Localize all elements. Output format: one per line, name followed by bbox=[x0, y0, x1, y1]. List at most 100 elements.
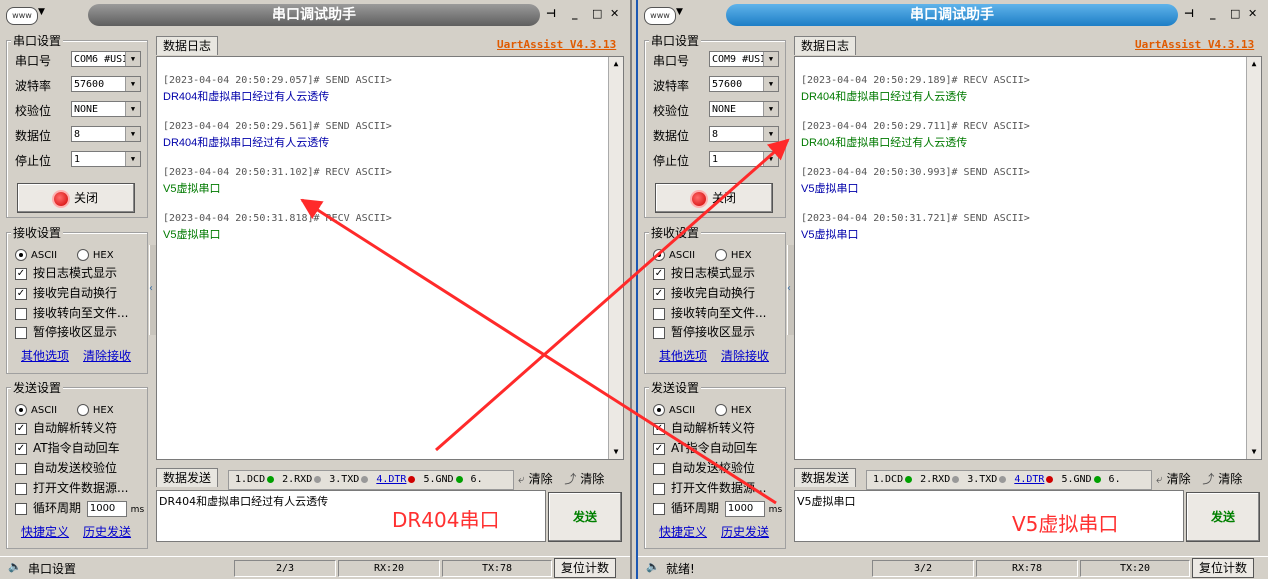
clear-right-button[interactable]: 清除 bbox=[1218, 472, 1242, 486]
send-checksum-checkbox[interactable]: 自动发送校验位 bbox=[653, 459, 755, 477]
send-escape-checkbox[interactable]: ✓ 自动解析转义符 bbox=[653, 419, 755, 437]
close-icon[interactable]: ✕ bbox=[1248, 7, 1257, 20]
checkbox-icon[interactable] bbox=[15, 482, 27, 495]
reset-count-button[interactable]: 复位计数 bbox=[554, 558, 617, 578]
chevron-left-icon[interactable]: ‹ bbox=[787, 283, 791, 294]
tab-data-send[interactable]: 数据发送 bbox=[156, 468, 219, 487]
close-icon[interactable]: ✕ bbox=[610, 7, 619, 20]
brand-link[interactable]: UartAssist V4.3.13 bbox=[1135, 38, 1254, 51]
checkbox-checked-icon[interactable]: ✓ bbox=[653, 267, 665, 280]
baud-select[interactable]: 57600 ▼ bbox=[71, 76, 141, 92]
send-button[interactable]: 发送 bbox=[1186, 492, 1260, 542]
scroll-down-icon[interactable]: ▼ bbox=[609, 445, 623, 459]
menu-arrow-icon[interactable]: ▼ bbox=[38, 7, 45, 17]
checkbox-icon[interactable] bbox=[653, 307, 665, 320]
clear-left-button[interactable]: 清除 bbox=[1167, 472, 1191, 486]
checkbox-icon[interactable] bbox=[653, 482, 665, 495]
checkbox-checked-icon[interactable]: ✓ bbox=[653, 442, 665, 455]
recv-pause-checkbox[interactable]: 暂停接收区显示 bbox=[653, 323, 755, 341]
send-checksum-checkbox[interactable]: 自动发送校验位 bbox=[15, 459, 117, 477]
recv-log-mode-checkbox[interactable]: ✓ 按日志模式显示 bbox=[653, 264, 755, 282]
parity-select[interactable]: NONE ▼ bbox=[71, 101, 141, 117]
title-bar[interactable]: www ▼ 串口调试助手 ⊣ _ □ ✕ bbox=[638, 0, 1268, 30]
clear-receive-link[interactable]: 清除接收 bbox=[721, 347, 769, 364]
tab-data-log[interactable]: 数据日志 bbox=[156, 36, 219, 55]
maximize-icon[interactable]: □ bbox=[1230, 7, 1240, 20]
databits-select[interactable]: 8 ▼ bbox=[709, 126, 779, 142]
clear-right-icon[interactable]: ⤴ bbox=[564, 472, 576, 486]
stopbits-select[interactable]: 1 ▼ bbox=[71, 151, 141, 167]
minimize-icon[interactable]: _ bbox=[1210, 7, 1216, 20]
parity-select[interactable]: NONE ▼ bbox=[709, 101, 779, 117]
pin-icon[interactable]: ⊣ bbox=[546, 7, 556, 20]
close-port-button[interactable]: 关闭 bbox=[17, 183, 135, 213]
receive-log-area[interactable]: [2023-04-04 20:50:29.189]# RECV ASCII> DR… bbox=[794, 56, 1262, 460]
signal-4[interactable]: 4.DTR bbox=[1014, 474, 1044, 485]
scroll-up-icon[interactable]: ▲ bbox=[609, 57, 623, 71]
clear-right-icon[interactable]: ⤴ bbox=[1202, 472, 1214, 486]
recv-auto-newline-checkbox[interactable]: ✓ 接收完自动换行 bbox=[15, 284, 117, 302]
right-window[interactable]: www ▼ 串口调试助手 ⊣ _ □ ✕ 串口设置 串口号 COM9 #USI ▼… bbox=[636, 0, 1268, 579]
receive-log-area[interactable]: [2023-04-04 20:50:29.057]# SEND ASCII> DR… bbox=[156, 56, 624, 460]
clear-left-icon[interactable]: ⤶ bbox=[1156, 472, 1163, 486]
pin-icon[interactable]: ⊣ bbox=[1184, 7, 1194, 20]
clear-receive-link[interactable]: 清除接收 bbox=[83, 347, 131, 364]
chevron-down-icon[interactable]: ▼ bbox=[125, 102, 140, 116]
close-port-button[interactable]: 关闭 bbox=[655, 183, 773, 213]
send-at-cr-checkbox[interactable]: ✓ AT指令自动回车 bbox=[653, 439, 758, 457]
send-file-source-checkbox[interactable]: 打开文件数据源... bbox=[15, 479, 128, 497]
reset-count-button[interactable]: 复位计数 bbox=[1192, 558, 1255, 578]
recv-pause-checkbox[interactable]: 暂停接收区显示 bbox=[15, 323, 117, 341]
port-select[interactable]: COM6 #USI ▼ bbox=[71, 51, 141, 67]
recv-ascii-radio[interactable] bbox=[15, 248, 27, 261]
send-at-cr-checkbox[interactable]: ✓ AT指令自动回车 bbox=[15, 439, 120, 457]
checkbox-checked-icon[interactable]: ✓ bbox=[653, 287, 665, 300]
send-ascii-radio[interactable] bbox=[15, 403, 27, 416]
clear-right-button[interactable]: 清除 bbox=[580, 472, 604, 486]
port-select[interactable]: COM9 #USI ▼ bbox=[709, 51, 779, 67]
send-input[interactable]: V5虚拟串口 bbox=[794, 490, 1184, 542]
chevron-down-icon[interactable]: ▼ bbox=[763, 152, 778, 166]
quick-define-link[interactable]: 快捷定义 bbox=[21, 523, 69, 540]
menu-arrow-icon[interactable]: ▼ bbox=[676, 7, 683, 17]
stopbits-select[interactable]: 1 ▼ bbox=[709, 151, 779, 167]
send-escape-checkbox[interactable]: ✓ 自动解析转义符 bbox=[15, 419, 117, 437]
log-scrollbar[interactable]: ▲ ▼ bbox=[608, 57, 623, 459]
left-window[interactable]: www ▼ 串口调试助手 ⊣ _ □ ✕ 串口设置 串口号 COM6 #USI ▼… bbox=[0, 0, 632, 579]
tab-data-send[interactable]: 数据发送 bbox=[794, 468, 857, 487]
checkbox-checked-icon[interactable]: ✓ bbox=[15, 422, 27, 435]
checkbox-icon[interactable] bbox=[15, 326, 27, 339]
recv-hex-radio[interactable] bbox=[714, 248, 727, 261]
chevron-down-icon[interactable]: ▼ bbox=[763, 127, 778, 141]
signal-4[interactable]: 4.DTR bbox=[376, 474, 406, 485]
send-cycle-checkbox[interactable]: 循环周期 1000 ms bbox=[653, 499, 782, 517]
log-scrollbar[interactable]: ▲ ▼ bbox=[1246, 57, 1261, 459]
recv-to-file-checkbox[interactable]: 接收转向至文件... bbox=[653, 304, 766, 322]
checkbox-icon[interactable] bbox=[15, 307, 27, 320]
checkbox-icon[interactable] bbox=[653, 502, 665, 515]
checkbox-checked-icon[interactable]: ✓ bbox=[653, 422, 665, 435]
send-file-source-checkbox[interactable]: 打开文件数据源... bbox=[653, 479, 766, 497]
databits-select[interactable]: 8 ▼ bbox=[71, 126, 141, 142]
scroll-down-icon[interactable]: ▼ bbox=[1247, 445, 1261, 459]
send-hex-radio[interactable] bbox=[714, 403, 727, 416]
send-hex-radio[interactable] bbox=[76, 403, 89, 416]
send-ascii-radio[interactable] bbox=[653, 403, 665, 416]
clear-left-icon[interactable]: ⤶ bbox=[518, 472, 525, 486]
recv-to-file-checkbox[interactable]: 接收转向至文件... bbox=[15, 304, 128, 322]
title-bar[interactable]: www ▼ 串口调试助手 ⊣ _ □ ✕ bbox=[0, 0, 630, 30]
checkbox-icon[interactable] bbox=[653, 326, 665, 339]
chevron-down-icon[interactable]: ▼ bbox=[763, 102, 778, 116]
recv-log-mode-checkbox[interactable]: ✓ 按日志模式显示 bbox=[15, 264, 117, 282]
checkbox-icon[interactable] bbox=[15, 502, 27, 515]
send-cycle-checkbox[interactable]: 循环周期 1000 ms bbox=[15, 499, 144, 517]
checkbox-icon[interactable] bbox=[15, 462, 27, 475]
clear-left-button[interactable]: 清除 bbox=[529, 472, 553, 486]
quick-define-link[interactable]: 快捷定义 bbox=[659, 523, 707, 540]
chevron-down-icon[interactable]: ▼ bbox=[125, 77, 140, 91]
chevron-left-icon[interactable]: ‹ bbox=[149, 283, 153, 294]
baud-select[interactable]: 57600 ▼ bbox=[709, 76, 779, 92]
app-logo-icon[interactable]: www bbox=[644, 7, 676, 25]
scroll-up-icon[interactable]: ▲ bbox=[1247, 57, 1261, 71]
chevron-down-icon[interactable]: ▼ bbox=[763, 77, 778, 91]
